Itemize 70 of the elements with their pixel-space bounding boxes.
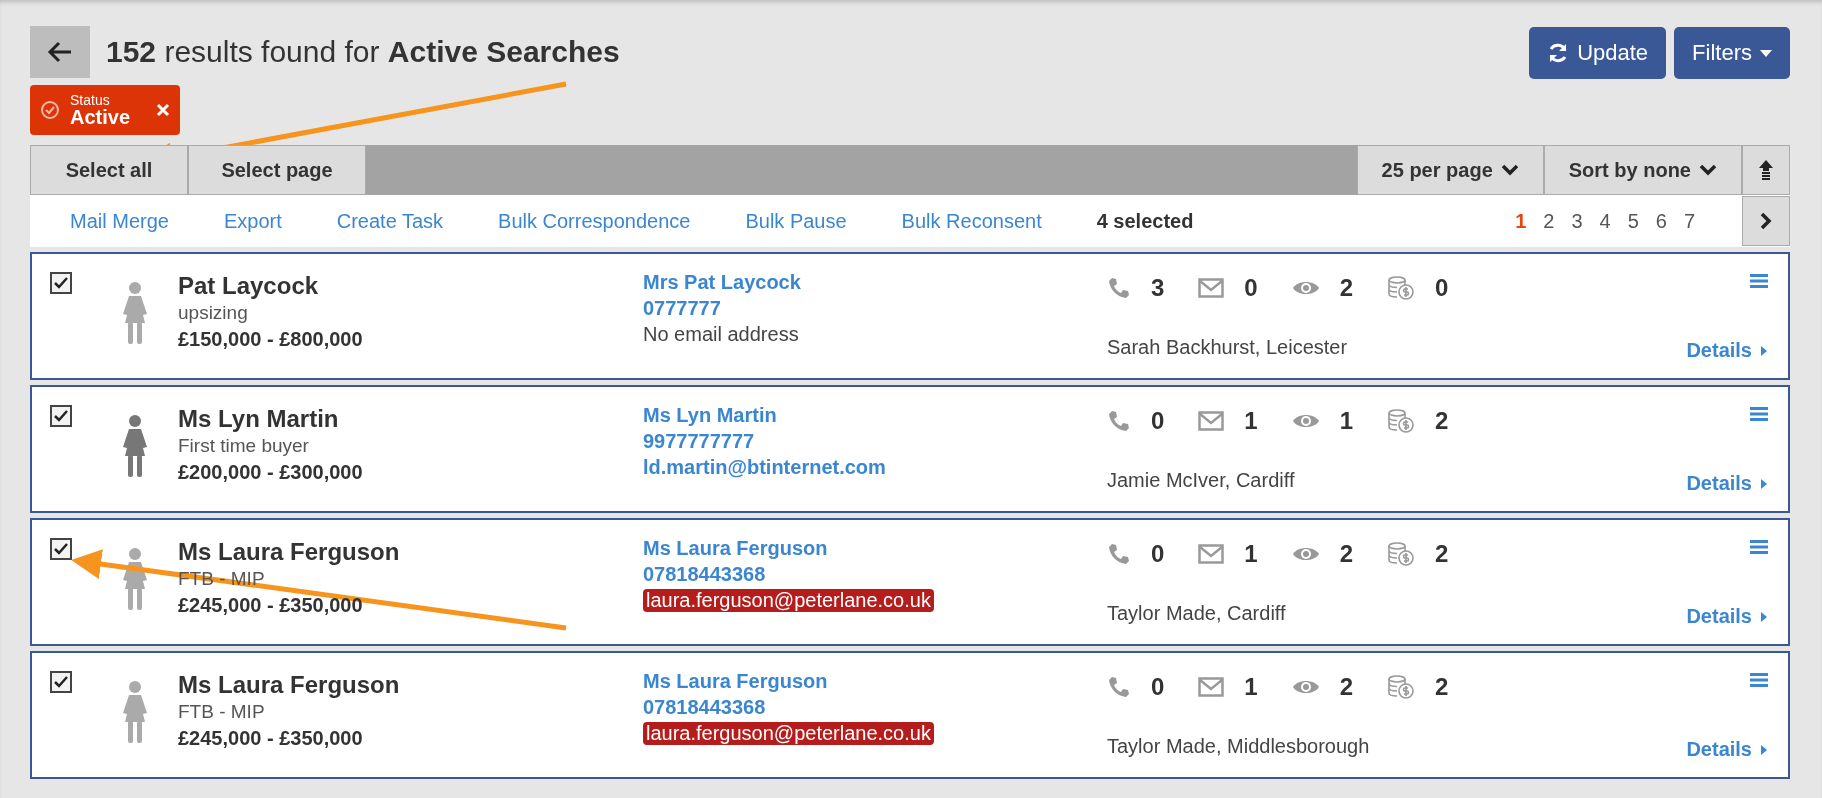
sort-dropdown[interactable]: Sort by none xyxy=(1543,145,1742,195)
stat-count: 0 xyxy=(1244,274,1258,302)
contact-name-link[interactable]: Ms Lyn Martin xyxy=(643,404,777,427)
phone-link[interactable]: 07818443368 xyxy=(643,563,766,586)
stat-count: 0 xyxy=(1151,407,1165,435)
page-link[interactable]: 7 xyxy=(1683,209,1695,233)
phone-link[interactable]: 0777777 xyxy=(643,297,721,320)
results-heading: 152 results found for Active Searches xyxy=(106,35,620,69)
per-page-dropdown[interactable]: 25 per page xyxy=(1356,145,1544,195)
chip-label: Status xyxy=(70,93,111,107)
agent-location: Jamie McIver, Cardiff xyxy=(1107,469,1296,492)
action-link[interactable]: Bulk Correspondence xyxy=(498,209,691,233)
stat-count: 1 xyxy=(1339,407,1354,435)
stat-count: 1 xyxy=(1244,407,1258,435)
agent-location: Taylor Made, Cardiff xyxy=(1107,602,1287,625)
action-link[interactable]: Bulk Pause xyxy=(745,209,847,233)
select-button[interactable]: Select all xyxy=(30,145,188,195)
update-button[interactable]: Update xyxy=(1529,27,1667,79)
email-link[interactable]: laura.ferguson@peterlane.co.uk xyxy=(643,722,934,745)
stat-count: 1 xyxy=(1244,540,1258,568)
stat-count: 2 xyxy=(1435,673,1449,701)
filters-dropdown[interactable]: Filters xyxy=(1674,27,1790,79)
applicant-name: Ms Laura Ferguson xyxy=(178,670,401,700)
contact-name-link[interactable]: Mrs Pat Laycock xyxy=(643,271,801,294)
email-text: No email address xyxy=(643,323,799,346)
details-link[interactable]: Details xyxy=(1686,738,1768,761)
email-link[interactable]: ld.martin@btinternet.com xyxy=(643,456,886,479)
price-range: £200,000 - £300,000 xyxy=(178,459,364,485)
buyer-type: upsizing xyxy=(178,301,249,326)
selected-count: 4 selected xyxy=(1096,209,1194,233)
phone-link[interactable]: 9977777777 xyxy=(643,430,755,453)
action-link[interactable]: Create Task xyxy=(336,209,444,233)
page-link[interactable]: 2 xyxy=(1543,209,1555,233)
details-link[interactable]: Details xyxy=(1686,472,1768,495)
page-link[interactable]: 3 xyxy=(1571,209,1583,233)
buyer-type: First time buyer xyxy=(178,434,310,459)
action-link[interactable]: Mail Merge xyxy=(70,209,169,233)
page-link[interactable]: 1 xyxy=(1515,209,1527,233)
stat-count: 2 xyxy=(1339,540,1354,568)
email-link[interactable]: laura.ferguson@peterlane.co.uk xyxy=(643,589,934,612)
stat-count: 0 xyxy=(1151,673,1165,701)
applicant-name: Pat Laycock xyxy=(178,271,320,301)
phone-link[interactable]: 07818443368 xyxy=(643,696,766,719)
price-range: £150,000 - £800,000 xyxy=(178,326,364,352)
select-button[interactable]: Select page xyxy=(188,145,366,195)
applicant-name: Ms Laura Ferguson xyxy=(178,537,401,567)
applicant-name: Ms Lyn Martin xyxy=(178,404,340,434)
stat-count: 2 xyxy=(1435,540,1449,568)
chip-value: Active xyxy=(70,107,132,127)
contact-name-link[interactable]: Ms Laura Ferguson xyxy=(643,537,828,560)
action-link[interactable]: Bulk Reconsent xyxy=(901,209,1042,233)
agent-location: Taylor Made, Middlesborough xyxy=(1107,735,1371,758)
price-range: £245,000 - £350,000 xyxy=(178,725,364,751)
action-link[interactable]: Export xyxy=(223,209,282,233)
buyer-type: FTB - MIP xyxy=(178,700,266,725)
price-range: £245,000 - £350,000 xyxy=(178,592,364,618)
stat-count: 0 xyxy=(1151,540,1165,568)
stat-count: 1 xyxy=(1244,673,1258,701)
stat-count: 2 xyxy=(1339,673,1354,701)
details-link[interactable]: Details xyxy=(1686,605,1768,628)
page-link[interactable]: 6 xyxy=(1655,209,1667,233)
contact-name-link[interactable]: Ms Laura Ferguson xyxy=(643,670,828,693)
agent-location: Sarah Backhurst, Leicester xyxy=(1107,336,1349,359)
page-link[interactable]: 5 xyxy=(1627,209,1639,233)
stat-count: 0 xyxy=(1435,274,1449,302)
page-link[interactable]: 4 xyxy=(1599,209,1611,233)
stat-count: 2 xyxy=(1339,274,1354,302)
stat-count: 2 xyxy=(1435,407,1449,435)
stat-count: 3 xyxy=(1151,274,1165,302)
details-link[interactable]: Details xyxy=(1686,339,1768,362)
